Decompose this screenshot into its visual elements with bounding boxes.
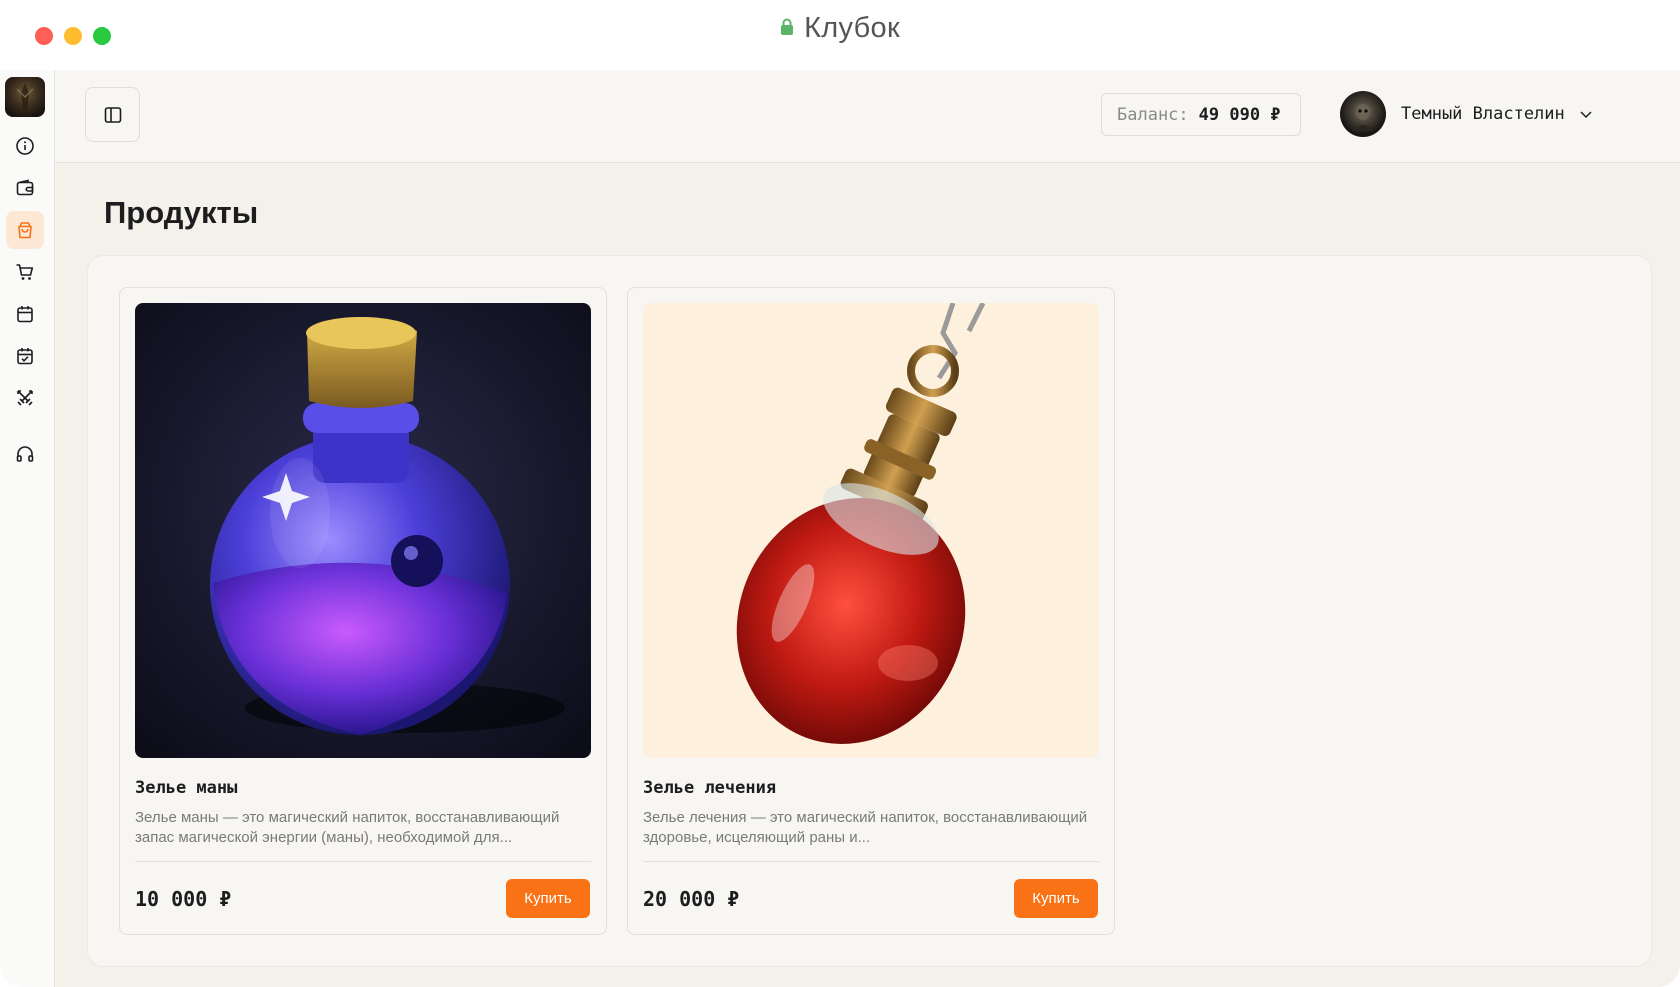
sidebar-item-info[interactable] [6, 127, 44, 165]
product-card: Зелье маны Зелье маны — это магический н… [119, 287, 607, 935]
sidebar-item-cart[interactable] [6, 253, 44, 291]
chevron-down-icon[interactable] [1579, 107, 1593, 121]
calendar-check-icon [17, 348, 33, 365]
headphones-icon [16, 446, 34, 462]
sidebar-item-schedule[interactable] [6, 337, 44, 375]
app-window: Клубок Баланс: 49 090 ₽ Темный Властелин… [0, 0, 1680, 987]
sidebar-item-battles[interactable] [6, 379, 44, 417]
sidebar-toggle-button[interactable] [85, 87, 140, 142]
user-menu[interactable]: Темный Властелин [1340, 90, 1593, 138]
divider [135, 861, 591, 862]
sidebar-toggle-icon [104, 106, 121, 123]
window-title: Клубок [804, 12, 900, 44]
app-logo[interactable] [5, 77, 45, 117]
balance-display: Баланс: 49 090 ₽ [1101, 93, 1301, 136]
page-title: Продукты [104, 195, 259, 230]
swords-icon [17, 390, 33, 406]
shopping-bag-icon [18, 222, 32, 239]
product-name: Зелье маны [135, 778, 238, 798]
divider [643, 861, 1099, 862]
product-price: 10 000 ₽ [135, 887, 232, 911]
cart-icon [16, 264, 34, 280]
sidebar-item-wallet[interactable] [6, 169, 44, 207]
sidebar-item-support[interactable] [6, 435, 44, 473]
sidebar-item-calendar[interactable] [6, 295, 44, 333]
mana-potion-image [135, 303, 591, 758]
top-header: Баланс: 49 090 ₽ Темный Властелин [55, 70, 1680, 163]
buy-button[interactable]: Купить [1014, 879, 1098, 918]
balance-label: Баланс: [1117, 104, 1189, 125]
sidebar-item-products[interactable] [6, 211, 44, 249]
calendar-icon [17, 306, 33, 323]
wallet-icon [16, 179, 34, 196]
title-bar: Клубок [0, 0, 1680, 70]
product-description: Зелье маны — это магический напиток, вос… [135, 809, 560, 846]
main-content: Продукты Зелье маны Зелье маны — это маг… [55, 163, 1680, 987]
sidebar [0, 70, 55, 987]
product-description: Зелье лечения — это магический напиток, … [643, 809, 1088, 846]
lock-icon [780, 10, 794, 43]
window-title-area: Клубок [0, 12, 1680, 45]
product-name: Зелье лечения [643, 778, 777, 798]
avatar [1340, 91, 1386, 137]
product-card: Зелье лечения Зелье лечения — это магиче… [627, 287, 1115, 935]
product-price: 20 000 ₽ [643, 887, 740, 911]
balance-value: 49 090 ₽ [1198, 104, 1281, 125]
info-icon [16, 137, 34, 155]
products-panel: Зелье маны Зелье маны — это магический н… [87, 255, 1652, 967]
buy-button[interactable]: Купить [506, 879, 590, 918]
user-name: Темный Властелин [1401, 104, 1565, 124]
healing-potion-image [643, 303, 1099, 758]
